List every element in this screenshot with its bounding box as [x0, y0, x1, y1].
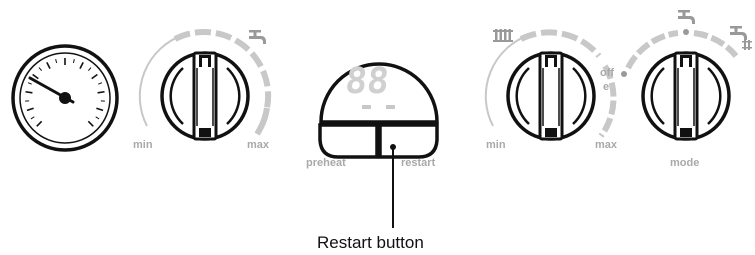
pressure-gauge [11, 44, 119, 152]
mode-knob[interactable]: off mode [600, 10, 752, 169]
tap-icon [678, 10, 695, 24]
control-display: 88 [319, 60, 439, 124]
restart-label: restart [401, 157, 436, 169]
heating-min-label: min [486, 139, 506, 151]
gauge-tick [25, 90, 33, 94]
mode-scale-dashes-right [693, 30, 739, 58]
gauge-tick [97, 90, 105, 94]
callout-dot [390, 144, 396, 150]
heating-max-label: max [595, 139, 618, 151]
control-buttons: preheat restart [306, 123, 439, 169]
heating-e-label: e [603, 81, 609, 93]
preheat-button[interactable] [318, 123, 379, 159]
tap-icon [249, 30, 266, 44]
hot-water-min-label: min [133, 139, 153, 151]
preheat-label: preheat [306, 157, 346, 169]
tap-radiator-icon [730, 26, 752, 50]
mode-center-dot [683, 29, 689, 35]
mode-label: mode [670, 157, 699, 169]
hot-water-scale-end [254, 107, 270, 136]
display-indicator-left [362, 105, 371, 109]
heating-knob[interactable]: e min max [484, 29, 618, 151]
mode-off-dot [621, 71, 627, 77]
restart-button[interactable] [378, 123, 439, 159]
display-digits: 88 [343, 60, 391, 102]
callout-label: Restart button [317, 233, 424, 252]
mode-off-label: off [600, 67, 614, 79]
hot-water-max-label: max [247, 139, 270, 151]
radiator-icon [493, 29, 513, 42]
gauge-hub [59, 92, 71, 104]
hot-water-knob[interactable]: min max [133, 29, 272, 151]
display-indicator-right [386, 105, 395, 109]
